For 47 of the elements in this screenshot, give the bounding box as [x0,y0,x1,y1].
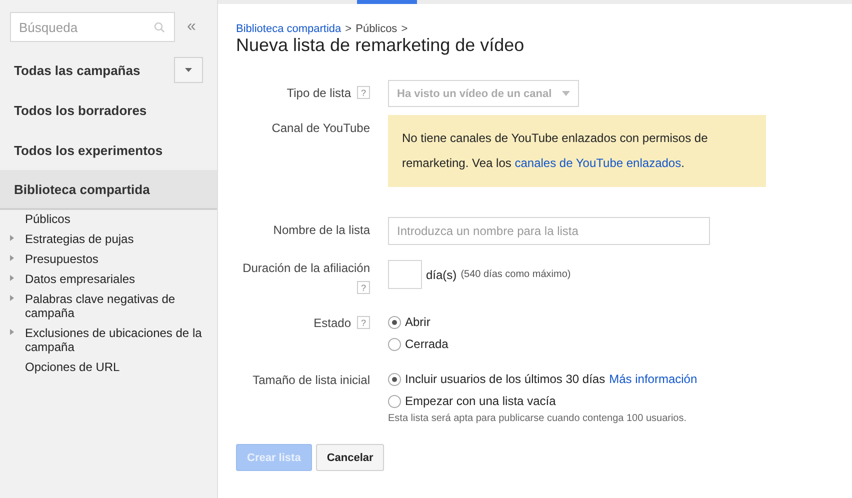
field-label: Estado [314,316,351,330]
field-label: Nombre de la lista [273,223,370,237]
radio-button[interactable] [388,338,401,350]
radio-label: Cerrada [405,337,448,351]
dropdown-button[interactable] [174,57,203,83]
list-note: Esta lista será apta para publicarse cuando contenga 100 usuarios. [388,413,688,424]
field-label: Tamaño de lista inicial [252,373,370,387]
field-label: Canal de YouTube [272,121,370,135]
radio-label: Abrir [405,315,430,329]
nav-item[interactable]: Todos los borradores [0,90,217,130]
help-icon[interactable]: ? [357,281,370,294]
days-hint: (540 días como máximo) [460,269,571,280]
field-label: Tipo de lista [286,86,351,100]
search-field[interactable]: Búsqueda [10,12,175,42]
sidebar-link[interactable]: Opciones de URL [9,360,120,374]
warning-notice: No tiene canales de YouTube enlazados con permisos de remarketing. Vea los canales de YouTube enlazados. [388,115,766,187]
more-info-link[interactable]: Más información [609,372,698,386]
page-title: Nueva lista de remarketing de vídeo [236,35,526,56]
nav-item[interactable]: Todas las campañas [0,50,217,90]
nav-item[interactable]: Todos los experimentos [0,130,217,170]
days-unit: día(s) [426,268,457,282]
list-name-field[interactable]: Introduzca un nombre para la lista [388,217,710,245]
sidebar-link[interactable]: Estrategias de pujas [9,232,134,246]
sidebar-link[interactable]: Datos empresariales [9,272,136,286]
sidebar-link[interactable]: Palabras clave negativas de campaña [9,292,217,320]
radio-button[interactable] [388,372,401,386]
breadcrumb-separator: > [401,23,408,35]
caret-icon [185,68,192,72]
field-label: Duración de la afiliación [242,261,370,275]
radio-label: Empezar con una lista vacía [405,394,556,408]
linked-channels-link[interactable]: canales de YouTube enlazados [514,156,682,170]
breadcrumb-separator: > [345,23,352,35]
days-field[interactable] [388,260,422,289]
radio-button[interactable] [388,316,401,328]
radio-button[interactable] [388,394,401,408]
active-tab-indicator [357,0,417,4]
breadcrumb-link[interactable]: Biblioteca compartida [236,23,342,35]
caret-icon [562,91,570,96]
radio-label: Incluir usuarios de los últimos 30 días [405,372,606,386]
cancel-button[interactable]: Cancelar [316,444,384,471]
search-icon [154,22,165,33]
breadcrumb-text: Públicos [356,23,398,35]
nav-item[interactable]: Biblioteca compartida [0,170,217,210]
help-icon[interactable]: ? [357,316,370,329]
sidebar-link[interactable]: Públicos [9,212,70,226]
sidebar-link[interactable]: Exclusiones de ubicaciones de la campaña [9,326,217,354]
sidebar-link[interactable]: Presupuestos [9,252,98,266]
